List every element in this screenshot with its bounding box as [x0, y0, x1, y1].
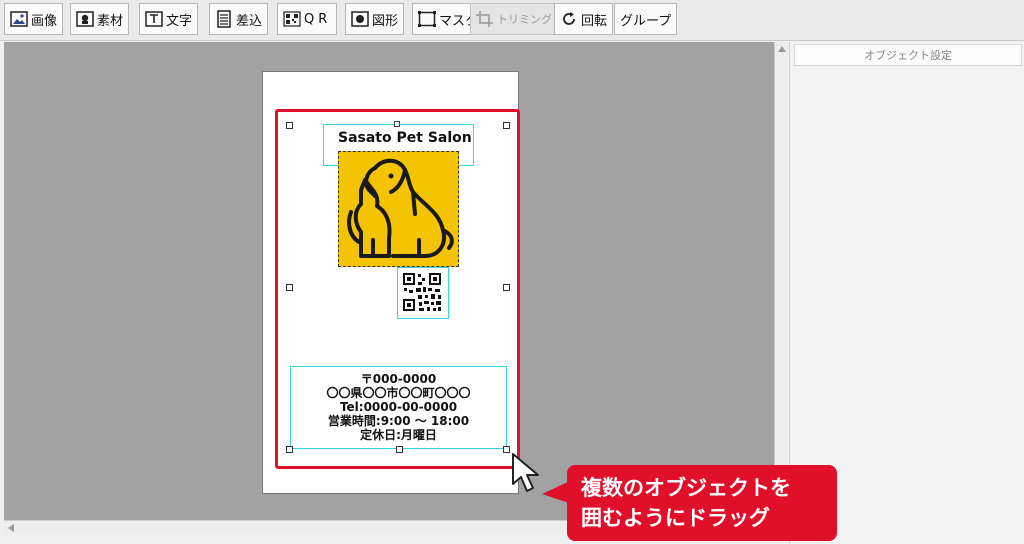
merge-button[interactable]: 差込	[209, 3, 269, 35]
qr-button[interactable]: QR	[277, 3, 338, 35]
image-icon	[10, 10, 28, 28]
crop-button[interactable]: トリミング	[470, 3, 558, 35]
mask-icon	[418, 10, 436, 28]
rotate-icon	[560, 10, 578, 28]
material-button[interactable]: 素材	[70, 3, 130, 35]
merge-button-label: 差込	[236, 13, 263, 29]
crop-icon	[476, 10, 494, 28]
group-button[interactable]: グループ	[614, 3, 678, 35]
qr-button-label: QR	[304, 11, 332, 27]
rotate-button-label: 回転	[581, 13, 608, 29]
material-button-label: 素材	[97, 13, 124, 29]
scroll-left-arrow-icon[interactable]	[8, 524, 14, 532]
merge-icon	[215, 10, 233, 28]
shape-button-label: 図形	[372, 13, 399, 29]
drag-selection-frame	[275, 109, 520, 469]
vertical-scrollbar[interactable]	[774, 42, 788, 520]
material-icon	[76, 10, 94, 28]
toolbar: 画像 素材 文字 差込 QR 図形 マスク トリミング 回転 グループ	[0, 0, 1024, 41]
crop-button-label: トリミング	[497, 13, 552, 26]
mouse-cursor-icon	[512, 453, 539, 492]
callout-line-2: 囲むようにドラッグ	[581, 506, 770, 530]
shape-icon	[351, 10, 369, 28]
callout-line-1: 複数のオブジェクトを	[581, 476, 791, 500]
instruction-callout: 複数のオブジェクトを 囲むようにドラッグ	[567, 465, 837, 541]
object-settings-title: オブジェクト設定	[794, 44, 1022, 66]
group-button-label: グループ	[620, 13, 672, 29]
qr-icon	[283, 10, 301, 28]
text-button-label: 文字	[166, 13, 193, 29]
rotate-button[interactable]: 回転	[554, 3, 614, 35]
text-button[interactable]: 文字	[139, 3, 199, 35]
image-button-label: 画像	[31, 13, 58, 29]
shape-button[interactable]: 図形	[345, 3, 405, 35]
text-icon	[145, 10, 163, 28]
image-button[interactable]: 画像	[4, 3, 64, 35]
scroll-up-arrow-icon[interactable]	[778, 46, 786, 52]
